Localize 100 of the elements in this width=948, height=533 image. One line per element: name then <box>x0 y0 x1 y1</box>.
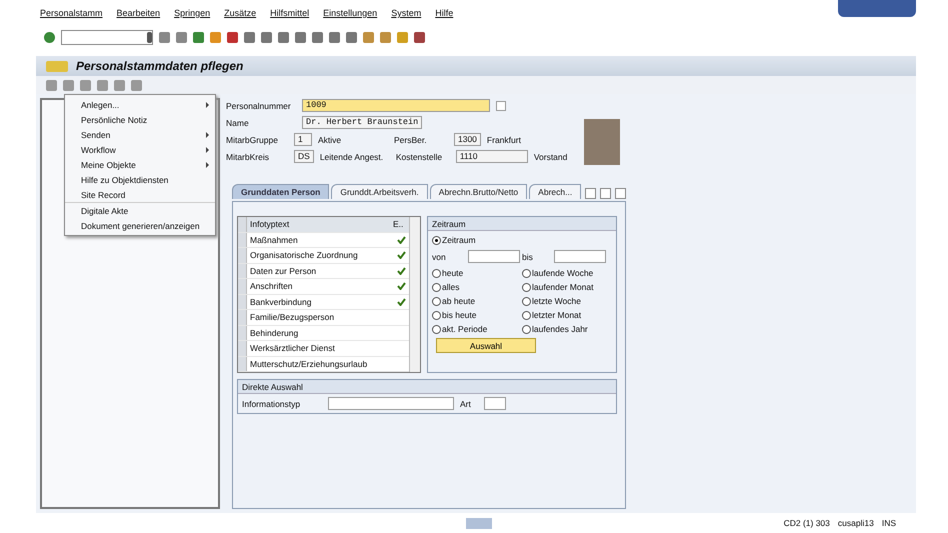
toolbar-icon[interactable] <box>227 32 238 42</box>
input-field[interactable] <box>328 397 454 410</box>
field-label: Personalnummer <box>226 100 292 110</box>
row-selector[interactable] <box>238 356 247 371</box>
radio-button[interactable]: ab heute <box>432 296 522 306</box>
toolbar-icon[interactable] <box>380 32 391 42</box>
field-label: MitarbGruppe <box>226 134 279 144</box>
toolbar-icon[interactable] <box>312 32 323 42</box>
check-icon[interactable] <box>44 32 55 42</box>
menu-item[interactable]: Hilfe zu Objektdiensten <box>65 172 215 187</box>
table-cell-text: Daten zur Person <box>249 266 318 276</box>
submenu-arrow-icon <box>206 146 209 152</box>
input-field[interactable] <box>554 250 606 263</box>
field-label: MitarbKreis <box>226 152 270 162</box>
window-title: Personalstammdaten pflegen <box>76 59 244 73</box>
toolbar-icon[interactable] <box>414 32 425 42</box>
field-label: PersBer. <box>394 134 428 144</box>
status-text: cusapli13 <box>838 518 874 528</box>
field-text: Aktive <box>318 134 342 144</box>
menu-item[interactable]: Hilfe <box>435 8 454 18</box>
menu-item[interactable]: Workflow <box>65 142 215 157</box>
radio-button[interactable]: alles <box>432 282 522 292</box>
status-text: INS <box>882 518 896 528</box>
photo-placeholder <box>584 119 620 165</box>
menu-item[interactable]: Meine Objekte <box>65 157 215 172</box>
table-cell-text: Werksärztlicher Dienst <box>249 343 336 354</box>
field-text: Vorstand <box>534 152 568 162</box>
column-header: E.. <box>390 217 409 232</box>
radio-button[interactable]: letzter Monat <box>522 310 612 320</box>
menu-item[interactable]: Springen <box>174 8 210 18</box>
tab[interactable]: Grunddaten Person <box>232 184 330 199</box>
toolbar-icon[interactable] <box>363 32 374 42</box>
column-header: Infotyptext <box>247 217 390 232</box>
submenu-arrow-icon <box>206 162 209 168</box>
menu-item[interactable]: Einstellungen <box>323 8 378 18</box>
toolbar-icon[interactable] <box>278 32 289 42</box>
field-label: von <box>432 252 447 262</box>
row-selector[interactable] <box>238 294 247 309</box>
radio-button[interactable]: heute <box>432 268 522 278</box>
radio-button[interactable]: laufendes Jahr <box>522 324 612 334</box>
tab[interactable]: Abrech... <box>529 184 582 199</box>
row-selector[interactable] <box>238 232 247 247</box>
toolbar-icon[interactable] <box>261 32 272 42</box>
logo <box>466 518 492 528</box>
table-cell-text: Organisatorische Zuordnung <box>249 250 359 260</box>
output-field: DS <box>294 150 314 163</box>
toolbar-icon[interactable] <box>244 32 255 42</box>
table-cell-text: Behinderung <box>249 328 300 338</box>
menu-item[interactable]: Hilfsmittel <box>270 8 310 18</box>
radio-button[interactable]: akt. Periode <box>432 324 522 334</box>
menu-item[interactable]: Zusätze <box>224 8 256 18</box>
menu-item[interactable]: Site Record <box>65 187 215 203</box>
table-cell-text: Anschriften <box>249 281 294 292</box>
output-field: 1110 <box>456 150 528 163</box>
menu-item[interactable]: Persönliche Notiz <box>65 112 215 127</box>
group-title: Direkte Auswahl <box>238 380 616 394</box>
toolbar-icon[interactable] <box>329 32 340 42</box>
row-selector[interactable] <box>238 326 247 340</box>
tab[interactable]: Abrechn.Brutto/Netto <box>430 184 528 199</box>
row-selector[interactable] <box>238 264 247 278</box>
menu-item[interactable]: Bearbeiten <box>116 8 160 18</box>
output-field: 1 <box>294 133 312 146</box>
radio-button[interactable]: Zeitraum <box>432 235 522 245</box>
tab[interactable]: Grunddt.Arbeitsverh. <box>331 184 428 199</box>
field-label: Kostenstelle <box>396 152 444 162</box>
input-field[interactable] <box>484 397 506 410</box>
submenu-arrow-icon <box>206 102 209 108</box>
field-label: Art <box>460 398 472 408</box>
status-text: CD2 (1) 303 <box>784 518 830 528</box>
field-label: bis <box>522 252 534 262</box>
field-text: Leitende Angest. <box>320 152 384 162</box>
menu-item[interactable]: System <box>391 8 422 18</box>
group-title: Zeitraum <box>428 217 616 231</box>
toolbar-icon[interactable] <box>193 32 204 42</box>
menu-item[interactable]: Personalstamm <box>40 8 103 18</box>
output-field: 1300 <box>454 133 481 146</box>
toolbar-icon[interactable] <box>176 32 187 42</box>
menu-item[interactable]: Anlegen... <box>65 97 215 112</box>
select-button[interactable]: Auswahl <box>436 338 536 353</box>
input-field[interactable] <box>468 250 520 263</box>
command-field[interactable] <box>61 30 153 44</box>
menu-item[interactable]: Digitale Akte <box>65 203 215 218</box>
menu-item[interactable]: Senden <box>65 127 215 142</box>
input-field[interactable]: 1009 <box>302 99 490 112</box>
submenu-arrow-icon <box>206 132 209 138</box>
radio-button[interactable]: laufender Monat <box>522 282 612 292</box>
toolbar-icon[interactable] <box>159 32 170 42</box>
table-cell-text: Maßnahmen <box>249 234 299 245</box>
radio-button[interactable]: bis heute <box>432 310 522 320</box>
field-label: Name <box>226 118 250 128</box>
field-text: Frankfurt <box>486 134 522 144</box>
radio-button[interactable]: laufende Woche <box>522 268 612 278</box>
table-cell-text: Bankverbindung <box>249 296 312 307</box>
toolbar-icon[interactable] <box>346 32 357 42</box>
table-cell-text: Mutterschutz/Erziehungsurlaub <box>249 358 368 369</box>
toolbar-icon[interactable] <box>295 32 306 42</box>
field-label: Informationstyp <box>242 398 302 408</box>
scrollbar[interactable] <box>409 217 420 372</box>
menu-item[interactable]: Dokument generieren/anzeigen <box>65 218 215 233</box>
radio-button[interactable]: letzte Woche <box>522 296 612 306</box>
